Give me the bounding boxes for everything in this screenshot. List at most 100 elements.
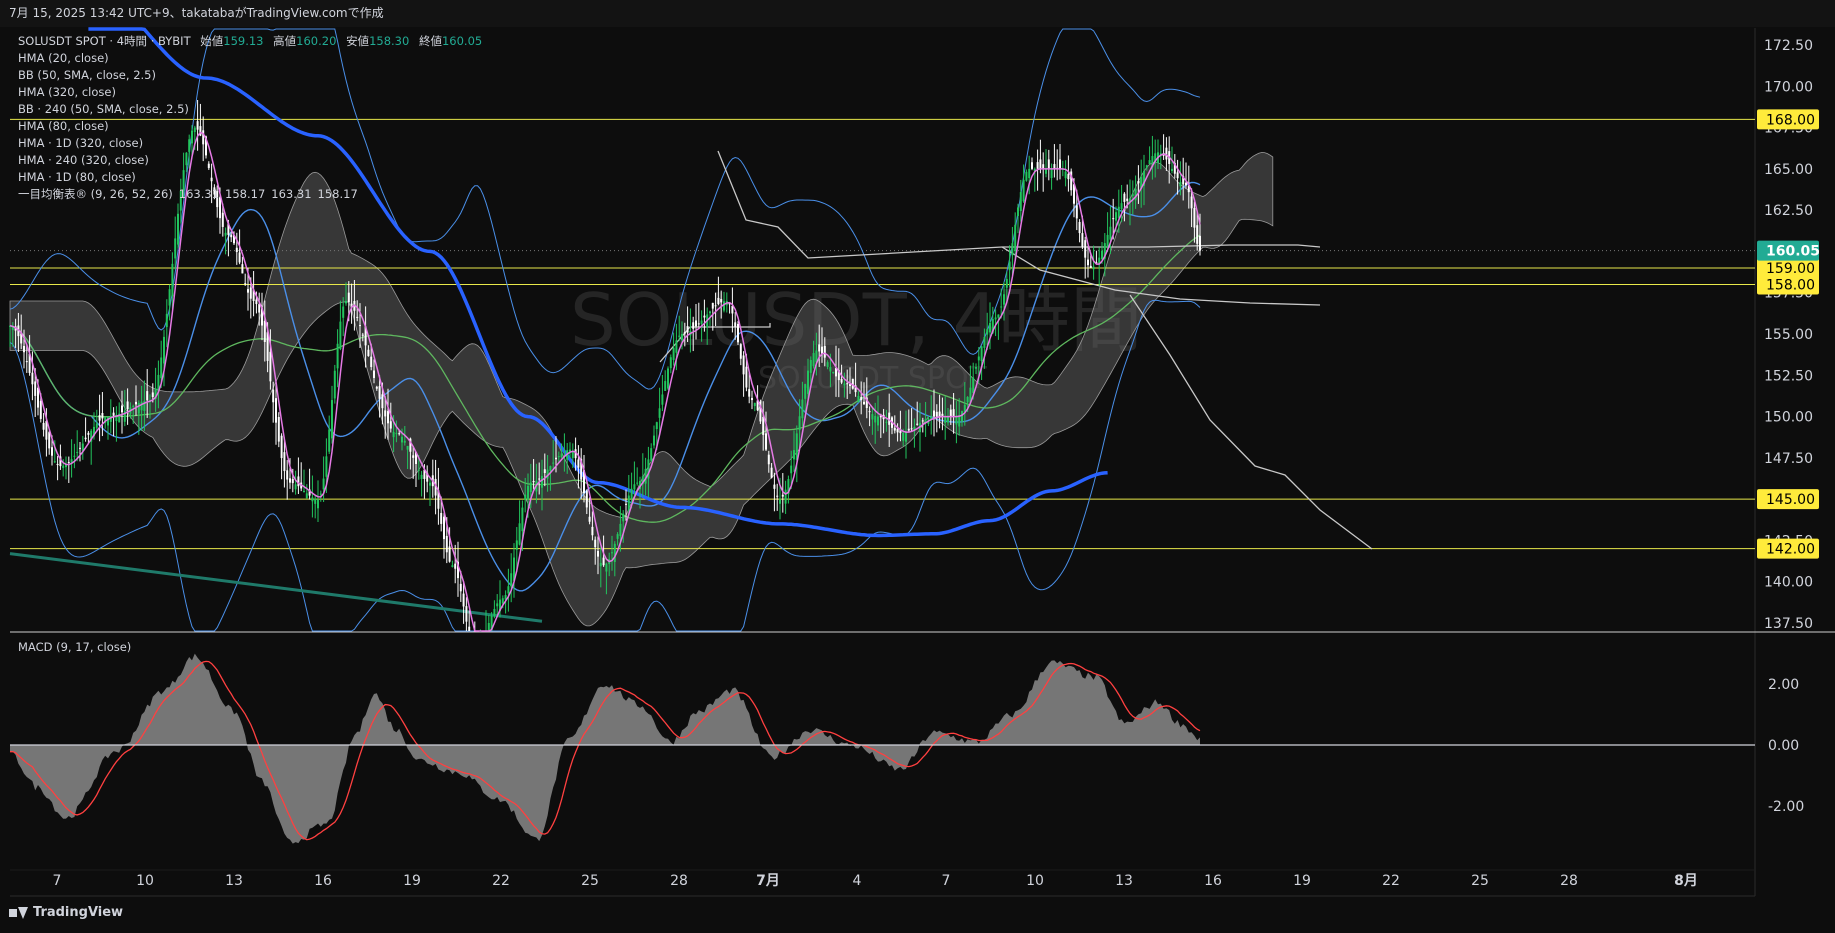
candle-body [989,322,991,333]
candle-body [541,476,543,488]
candle-body [966,396,969,403]
candle-body [1053,164,1056,169]
candle-body [538,478,541,480]
candle-body [905,431,907,442]
price-tick-label: 170.00 [1764,79,1813,95]
candle-body [877,416,879,426]
candle-body [367,349,370,357]
candle-body [675,340,678,353]
indicator-ichimoku[interactable]: 一目均衡表® (9, 26, 52, 26) 163.31 158.17 163.31… [18,186,482,203]
price-tick-label: 165.00 [1764,162,1813,178]
candle-body [468,626,471,631]
indicator-hma-320[interactable]: HMA (320, close) [18,84,482,101]
symbol-name[interactable]: SOLUSDT SPOT · 4時間 · BYBIT [18,34,191,48]
price-tick-label: 137.50 [1764,616,1813,632]
time-tick-label: 7 [53,873,62,889]
candle-body [224,232,227,236]
candle-body [487,623,490,631]
candle-body [501,598,504,604]
candle-body [994,317,997,320]
indicator-hma-1d-80[interactable]: HMA · 1D (80, close) [18,169,482,186]
footer-brand: TradingView [33,905,124,920]
candle-body [384,410,387,417]
candle-body [611,552,613,554]
candle-body [401,436,403,443]
candle-body [294,484,297,490]
candle-body [146,391,149,401]
candle-body [605,563,608,572]
candle-body [1022,179,1025,202]
indicator-bb-240[interactable]: BB · 240 (50, SMA, close, 2.5) [18,101,482,118]
candle-body [283,452,286,472]
candle-body [395,433,398,435]
candle-body [31,372,34,385]
candle-body [1039,159,1042,169]
macd-legend[interactable]: MACD (9, 17, close) [18,640,131,654]
candle-body [448,546,451,562]
candle-body [445,535,448,553]
candle-body [599,562,602,567]
candle-body [373,370,375,378]
candle-body [1176,172,1179,179]
indicator-bb-50[interactable]: BB (50, SMA, close, 2.5) [18,67,482,84]
candle-body [781,494,784,497]
candle-body [944,416,947,423]
candle-body [801,399,804,419]
candle-body [742,355,745,375]
indicator-hma-80[interactable]: HMA (80, close) [18,118,482,135]
candle-body [339,321,342,349]
candle-body [1196,225,1199,244]
candle-body [160,357,163,379]
open-value: 159.13 [223,34,264,48]
candle-body [711,302,714,309]
candle-body [291,478,294,484]
time-tick-label: 8月 [1674,873,1698,889]
candle-body [807,370,809,394]
candle-body [650,448,653,461]
candle-body [37,387,39,408]
macd-label[interactable]: MACD (9, 17, close) [18,640,131,654]
candle-body [874,415,877,423]
candle-body [709,311,711,314]
ichimoku-label[interactable]: 一目均衡表® (9, 26, 52, 26) [18,187,173,201]
candle-body [885,421,888,423]
candle-body [585,490,588,508]
candle-body [392,431,395,438]
candle-body [241,264,244,274]
candle-body [723,301,725,311]
ichimoku-value: 163.31 [271,187,312,201]
candle-body [720,298,723,303]
candle-body [359,325,361,327]
candle-body [762,417,765,435]
candle-body [140,401,143,411]
low-value: 158.30 [369,34,410,48]
indicator-hma-1d-320[interactable]: HMA · 1D (320, close) [18,135,482,152]
candle-body [76,451,79,453]
candle-body [244,283,247,285]
candle-body [342,306,345,318]
candle-body [669,357,672,369]
candle-body [95,423,98,428]
time-tick-label: 16 [1204,873,1222,889]
price-tag-label: 142.00 [1766,542,1815,558]
candle-body [137,402,140,414]
candle-body [636,482,639,484]
candle-body [440,513,443,524]
price-tick-label: 150.00 [1764,410,1813,426]
ichimoku-value: 158.17 [225,187,266,201]
candle-body [1081,233,1084,247]
close-label: 終値 [418,34,442,48]
chart-legend: SOLUSDT SPOT · 4時間 · BYBIT 始値159.13 高値16… [18,33,482,203]
candle-body [1131,194,1134,197]
candle-body [417,469,420,471]
indicator-hma-20[interactable]: HMA (20, close) [18,50,482,67]
indicator-hma-240-320[interactable]: HMA · 240 (320, close) [18,152,482,169]
candle-body [703,315,706,318]
candle-body [462,593,465,607]
candle-body [378,386,381,399]
candle-body [319,493,322,495]
candle-body [1050,168,1053,179]
candle-body [53,461,56,463]
symbol-row[interactable]: SOLUSDT SPOT · 4時間 · BYBIT 始値159.13 高値16… [18,33,482,50]
candle-body [667,368,669,389]
